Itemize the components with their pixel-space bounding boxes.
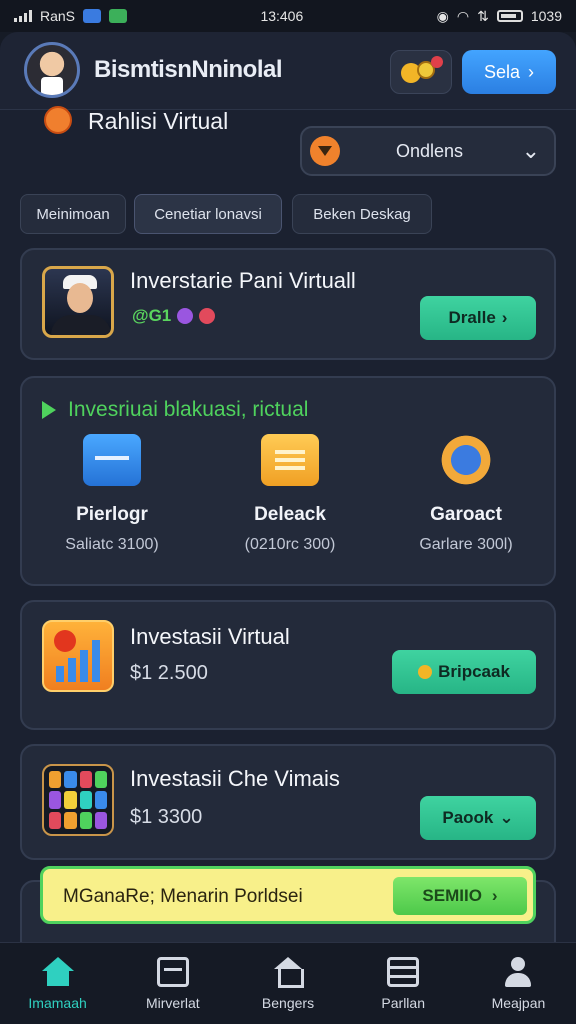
promo-banner[interactable]: MGanaRe; Menarin Porldsei SEMIIO › (40, 866, 536, 924)
growth-chart-icon (42, 620, 114, 692)
overview-title: Invesriuai blakuasi, rictual (42, 398, 308, 422)
sela-button-label: Sela (483, 61, 521, 82)
nav-item-profile[interactable]: Meajpan (461, 943, 576, 1024)
featured-tagline: @G1 (132, 306, 216, 326)
stat-item[interactable]: Deleack (0210rc 300) (210, 434, 370, 554)
nav-item-home[interactable]: Imamaah (0, 943, 115, 1024)
store-icon (156, 956, 189, 987)
nav-label: Imamaah (28, 994, 87, 1011)
bripcaak-button[interactable]: Bripcaak (392, 650, 536, 694)
gear-icon (437, 434, 495, 486)
promo-text: MGanaRe; Menarin Porldsei (63, 886, 303, 907)
stat-name: Pierlogr (76, 504, 148, 525)
chevron-down-icon: ⌄ (499, 808, 514, 827)
signal-icon (14, 10, 32, 22)
battery-level: 1039 (530, 8, 562, 24)
alarm-icon: ◉ (436, 7, 449, 24)
wifi-icon: ◠ (456, 7, 470, 24)
clock: 13:406 (260, 8, 304, 24)
investment-price: $1 3300 (130, 806, 203, 828)
user-avatar[interactable] (24, 42, 80, 98)
stat-value: Garlare 300l) (419, 536, 513, 553)
options-dropdown[interactable]: Ondlens ⌄ (300, 126, 556, 176)
house-icon (272, 956, 304, 988)
calendar-icon (83, 434, 141, 486)
stat-item[interactable]: Pierlogr Saliatc 3100) (32, 434, 192, 554)
investment-price: $1 2.500 (130, 662, 208, 684)
play-icon (42, 401, 56, 419)
home-icon (41, 956, 74, 987)
notification-dot-icon (431, 56, 443, 68)
battery-icon (496, 10, 523, 22)
app-header: BismtisnNninolal Sela › (0, 32, 576, 110)
username: BismtisnNninolal (94, 56, 283, 83)
chevron-right-icon: › (501, 308, 508, 327)
paook-button-label: Paook (442, 808, 494, 827)
data-icon: ⇅ (477, 7, 489, 24)
heart-badge-icon (177, 308, 194, 324)
chevron-down-icon: ⌄ (521, 138, 540, 163)
portrait-thumbnail (42, 266, 114, 338)
chevron-right-icon: › (528, 61, 535, 82)
dralle-button[interactable]: Dralle › (420, 296, 536, 340)
dralle-button-label: Dralle (448, 308, 496, 327)
stat-item[interactable]: Garoact Garlare 300l) (386, 434, 546, 554)
sela-button[interactable]: Sela › (462, 50, 556, 94)
bripcaak-button-label: Bripcaak (438, 662, 510, 681)
nav-label: Bengers (261, 994, 315, 1011)
overview-card: Invesriuai blakuasi, rictual Pierlogr Sa… (20, 376, 556, 586)
carrier-name: RanS (40, 8, 76, 24)
nav-label: Parllan (381, 994, 425, 1011)
overview-title-text: Invesriuai blakuasi, rictual (68, 398, 309, 421)
status-left: RanS (14, 8, 128, 24)
tab-cenetiar[interactable]: Cenetiar lonavsi (134, 194, 282, 234)
app-notification-icon (83, 9, 102, 23)
paook-button[interactable]: Paook ⌄ (420, 796, 536, 840)
nav-label: Mirverlat (145, 994, 200, 1011)
mascot-icon (44, 106, 72, 134)
tab-meinimoan[interactable]: Meinimoan (20, 194, 126, 234)
stat-value: Saliatc 3100) (65, 536, 159, 553)
stat-name: Deleack (254, 504, 326, 525)
dropdown-badge-icon (310, 136, 340, 166)
apps-grid-icon (42, 764, 114, 836)
coins-button[interactable] (390, 50, 452, 94)
investment-title: Investasii Che Vimais (130, 766, 340, 791)
featured-title: Inverstarie Pani Virtuall (130, 268, 356, 293)
bottom-navigation: Imamaah Mirverlat Bengers Parllan Meajpa… (0, 942, 576, 1024)
tagline-text: @G1 (132, 306, 172, 325)
coin-icon (418, 665, 433, 679)
tab-beken-deskag[interactable]: Beken Deskag (292, 194, 432, 234)
investment-title: Investasii Virtual (130, 624, 290, 649)
dropdown-label: Ondlens (396, 141, 464, 161)
stat-name: Garoact (430, 504, 502, 525)
section-title: Rahlisi Virtual (88, 108, 229, 134)
nav-item-market[interactable]: Mirverlat (115, 943, 230, 1024)
investment-card: Investasii Che Vimais $1 3300 Paook ⌄ (20, 744, 556, 860)
app-screen: BismtisnNninolal Sela › Rahlisi Virtual … (0, 32, 576, 1024)
heart-badge-icon-red (199, 308, 216, 324)
nav-item-parllan[interactable]: Parllan (346, 943, 461, 1024)
chevron-right-icon: › (491, 886, 498, 905)
status-bar: RanS 13:406 ◉ ◠ ⇅ 1039 (0, 0, 576, 32)
investment-card: Investasii Virtual $1 2.500 Bripcaak (20, 600, 556, 730)
stat-value: (0210rc 300) (244, 536, 336, 553)
status-right: ◉ ◠ ⇅ 1039 (437, 8, 562, 25)
document-icon (261, 434, 319, 486)
promo-button[interactable]: SEMIIO › (393, 877, 527, 915)
nav-item-bengers[interactable]: Bengers (230, 943, 345, 1024)
promo-button-label: SEMIIO (422, 886, 482, 905)
featured-card: Inverstarie Pani Virtuall @G1 Dralle › (20, 248, 556, 360)
message-notification-icon (109, 9, 128, 23)
profile-icon (502, 956, 534, 987)
nav-label: Meajpan (491, 994, 546, 1011)
list-icon (387, 956, 420, 987)
